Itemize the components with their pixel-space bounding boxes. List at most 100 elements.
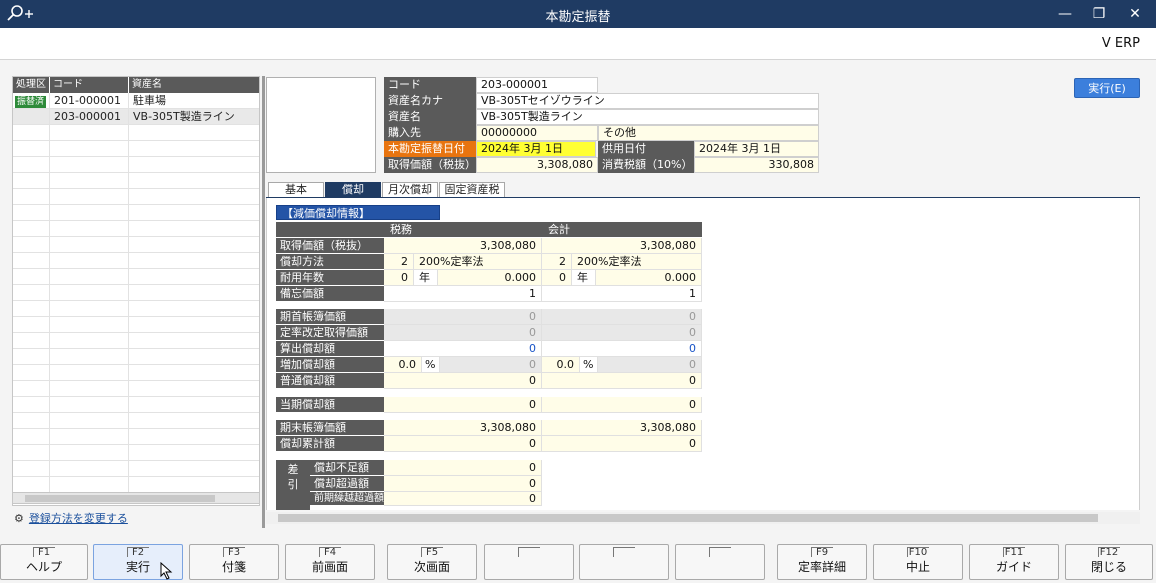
short-cell[interactable]: 0 [384,460,542,476]
acq-acc-cell[interactable]: 3,308,080 [542,238,702,254]
list-cell-empty [50,445,129,461]
list-cell-empty [129,173,259,189]
use-date-field[interactable]: 2024年 3月 1日 [694,141,819,157]
list-cell-empty [50,349,129,365]
method-no-tax-cell[interactable]: 2 [384,254,414,270]
list-item[interactable]: 振替済 201-000001 駐車場 [13,93,259,109]
list-scrollbar[interactable] [12,492,260,504]
difference-label: 差引 [276,460,310,510]
list-cell-empty [129,317,259,333]
window-title: 本勘定振替 [545,10,611,25]
add-pct-tax-cell[interactable]: 0.0 [384,357,422,373]
fkey-button-1[interactable]: F1 ヘルプ [0,544,88,580]
list-cell-empty [13,125,50,141]
life-tax-cell[interactable]: 0 [384,270,414,286]
tab-basic[interactable]: 基本 [268,182,324,198]
tab-property-tax[interactable]: 固定資産税 [439,182,505,198]
execute-button[interactable]: 実行(E) [1074,78,1140,98]
list-cell-empty [129,477,259,493]
tab-monthly-depreciation[interactable]: 月次償却 [382,182,438,198]
minimize-icon[interactable]: — [1054,4,1076,24]
fkey-button-5[interactable]: F5 次画面 [387,544,477,580]
list-row-empty [13,253,259,269]
list-cell-empty [50,461,129,477]
close-tax-cell[interactable]: 3,308,080 [384,420,542,436]
list-cell-empty [13,253,50,269]
calc-acc-cell[interactable]: 0 [542,341,702,357]
memo-acc-cell[interactable]: 1 [542,286,702,302]
list-item-name: 駐車場 [129,93,259,109]
list-cell-empty [13,141,50,157]
code-label: コード [384,77,476,93]
list-row-empty [13,141,259,157]
asset-photo[interactable] [266,77,376,173]
brand-label: V ERP [1101,36,1140,51]
fkey-button-6[interactable] [484,544,574,580]
list-cell-empty [50,365,129,381]
fkey-frame-icon [421,547,443,557]
list-cell-empty [129,205,259,221]
panel-splitter[interactable] [262,76,265,528]
tab-depreciation[interactable]: 償却 [325,182,381,198]
acq-tax-cell[interactable]: 3,308,080 [384,238,542,254]
accum-acc-cell[interactable]: 0 [542,436,702,452]
scroll-thumb[interactable] [278,514,1098,522]
tax-field[interactable]: 330,808 [694,157,819,173]
method-acc-cell[interactable]: 200%定率法 [572,254,702,270]
fkey-button-7[interactable] [579,544,669,580]
fkey-label: 定率詳細 [797,560,846,574]
acq-field[interactable]: 3,308,080 [476,157,598,173]
memo-tax-cell[interactable]: 1 [384,286,542,302]
life-acc-cell[interactable]: 0 [542,270,572,286]
normal-tax-cell[interactable]: 0 [384,373,542,389]
over-cell[interactable]: 0 [384,476,542,492]
list-cell-empty [50,381,129,397]
close-icon[interactable]: ✕ [1124,4,1146,24]
list-cell-empty [13,413,50,429]
normal-acc-cell[interactable]: 0 [542,373,702,389]
period-tax-cell[interactable]: 0 [384,397,542,413]
rate-tax-cell[interactable]: 0.000 [438,270,542,286]
fkey-button-12[interactable]: F12 閉じる [1065,544,1153,580]
list-item-selected[interactable]: 203-000001 VB-305T製造ライン [13,109,259,125]
list-cell-empty [13,189,50,205]
add-tax-cell: 0 [440,357,542,373]
accum-tax-cell[interactable]: 0 [384,436,542,452]
scroll-thumb[interactable] [25,495,215,502]
period-acc-cell[interactable]: 0 [542,397,702,413]
method-tax-cell[interactable]: 200%定率法 [414,254,542,270]
calc-tax-cell[interactable]: 0 [384,341,542,357]
fkey-button-8[interactable] [675,544,765,580]
fkey-button-3[interactable]: F3 付箋 [189,544,279,580]
fkey-frame-icon [1098,547,1120,557]
list-cell-empty [13,349,50,365]
fkey-frame-icon [33,547,55,557]
code-field[interactable]: 203-000001 [476,77,598,93]
list-cell-empty [129,461,259,477]
change-registration-link[interactable]: ⚙ 登録方法を変更する [14,510,128,526]
transfer-date-field[interactable]: 2024年 3月 1日 [476,141,596,157]
method-no-acc-cell[interactable]: 2 [542,254,572,270]
carry-cell[interactable]: 0 [384,492,542,506]
fkey-button-10[interactable]: F10 中止 [873,544,963,580]
name-field[interactable]: VB-305T製造ライン [476,109,819,125]
kana-field[interactable]: VB-305Tセイゾウライン [476,93,819,109]
list-cell-empty [13,237,50,253]
panel-scrollbar[interactable] [266,512,1140,524]
brand-bar: V ERP [0,28,1156,60]
close-acc-cell[interactable]: 3,308,080 [542,420,702,436]
acq-label: 取得価額（税抜） [384,157,476,173]
fkey-button-4[interactable]: F4 前画面 [285,544,375,580]
fkey-button-11[interactable]: F11 ガイド [969,544,1059,580]
rate-acc-cell[interactable]: 0.000 [596,270,702,286]
vendor-code-field[interactable]: 00000000 [476,125,598,141]
add-pct-acc-cell[interactable]: 0.0 [542,357,580,373]
close-row-label: 期末帳簿価額 [276,420,384,436]
year-unit: 年 [414,270,438,286]
vendor-label: 購入先 [384,125,476,141]
open-tax-cell: 0 [384,309,542,325]
fkey-button-9[interactable]: F9 定率詳細 [777,544,867,580]
list-row-empty [13,221,259,237]
restore-icon[interactable]: ❐ [1088,4,1110,24]
pct-unit: % [422,357,440,373]
